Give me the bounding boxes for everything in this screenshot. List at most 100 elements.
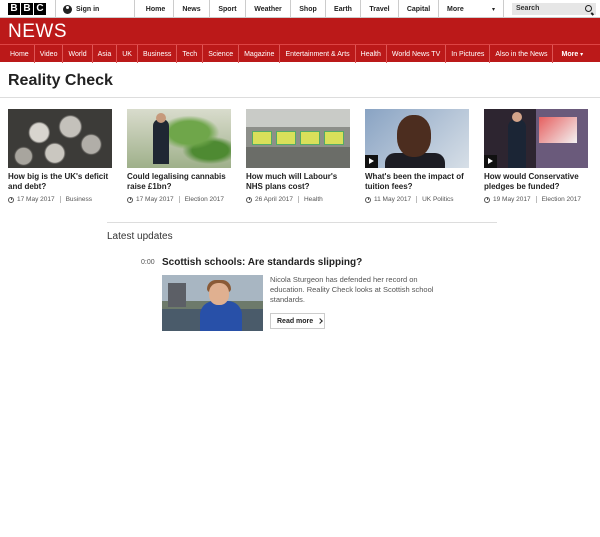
divider (59, 196, 61, 203)
global-nav-item-news[interactable]: News (174, 0, 210, 18)
story-card[interactable]: Could legalising cannabis raise £1bn? 17 … (127, 109, 231, 203)
clock-icon (246, 196, 252, 203)
story-list: How big is the UK's deficit and debt? 17 … (8, 109, 588, 203)
story-title-link[interactable]: How big is the UK's deficit and debt? (8, 172, 112, 192)
story-date: 11 May 2017 (374, 196, 412, 203)
news-nav-item-in-pictures[interactable]: In Pictures (446, 45, 491, 63)
update-timestamp: 0:00 (141, 259, 155, 266)
play-icon (365, 155, 378, 168)
news-wordmark[interactable]: NEWS (8, 21, 67, 43)
clock-icon (127, 196, 133, 203)
read-more-button[interactable]: Read more (270, 313, 325, 329)
story-section-link[interactable]: Election 2017 (542, 196, 581, 203)
story-date: 26 April 2017 (255, 196, 293, 203)
logo-letter: B (8, 3, 20, 15)
chevron-down-icon: ▾ (580, 51, 584, 58)
news-nav-item-also-in-the-news[interactable]: Also in the News (490, 45, 554, 63)
story-date: 17 May 2017 (17, 196, 55, 203)
story-section-link[interactable]: Health (304, 196, 323, 203)
story-date: 17 May 2017 (136, 196, 174, 203)
news-nav-item-health[interactable]: Health (356, 45, 387, 63)
divider (416, 196, 418, 203)
bbc-logo[interactable]: B B C (8, 3, 46, 15)
image-person (200, 301, 242, 331)
story-card[interactable]: How much will Labour's NHS plans cost? 26… (246, 109, 350, 203)
image-ambulance (276, 131, 296, 145)
story-meta: 17 May 2017 Business (8, 196, 112, 203)
divider (178, 196, 180, 203)
sign-in-label: Sign in (76, 5, 100, 13)
story-card[interactable]: What's been the impact of tuition fees? 1… (365, 109, 469, 203)
more-label: More (561, 50, 579, 58)
news-banner: NEWS (0, 18, 600, 44)
story-meta: 17 May 2017 Election 2017 (127, 196, 231, 203)
story-section-link[interactable]: Business (66, 196, 92, 203)
image-ambulance (252, 131, 272, 145)
image-face (397, 115, 431, 157)
news-nav-more-button[interactable]: More ▾ (553, 45, 588, 63)
news-nav-item-home[interactable]: Home (5, 45, 35, 63)
story-thumbnail[interactable] (8, 109, 112, 168)
image-person (153, 113, 169, 164)
search-icon[interactable] (585, 5, 592, 12)
news-nav-item-uk[interactable]: UK (117, 45, 138, 63)
update-image[interactable] (162, 275, 263, 331)
update-title-link[interactable]: Scottish schools: Are standards slipping… (162, 257, 362, 268)
story-thumbnail[interactable] (246, 109, 350, 168)
story-title-link[interactable]: What's been the impact of tuition fees? (365, 172, 469, 192)
user-icon (63, 4, 72, 14)
news-nav-item-asia[interactable]: Asia (93, 45, 118, 63)
latest-updates-heading: Latest updates (107, 231, 173, 242)
logo-letter: C (34, 3, 46, 15)
story-title-link[interactable]: Could legalising cannabis raise £1bn? (127, 172, 231, 192)
chevron-down-icon: ▾ (491, 6, 495, 13)
story-section-link[interactable]: UK Politics (422, 196, 453, 203)
global-nav-item-sport[interactable]: Sport (210, 0, 246, 18)
news-nav-item-world-news-tv[interactable]: World News TV (387, 45, 447, 63)
news-nav-item-science[interactable]: Science (203, 45, 240, 63)
global-nav-item-weather[interactable]: Weather (246, 0, 291, 18)
news-nav-item-business[interactable]: Business (138, 45, 178, 63)
story-date: 19 May 2017 (493, 196, 531, 203)
play-icon (484, 155, 497, 168)
news-nav-item-tech[interactable]: Tech (177, 45, 204, 63)
story-thumbnail[interactable] (484, 109, 588, 168)
clock-icon (484, 196, 490, 203)
story-meta: 26 April 2017 Health (246, 196, 350, 203)
story-card[interactable]: How big is the UK's deficit and debt? 17 … (8, 109, 112, 203)
image-ambulance (324, 131, 344, 145)
news-nav-item-entertainment-arts[interactable]: Entertainment & Arts (280, 45, 356, 63)
global-nav-item-shop[interactable]: Shop (291, 0, 326, 18)
global-nav-item-home[interactable]: Home (138, 0, 174, 18)
clock-icon (365, 196, 371, 203)
story-card[interactable]: How would Conservative pledges be funded… (484, 109, 588, 203)
divider (107, 222, 497, 223)
global-nav-item-earth[interactable]: Earth (326, 0, 361, 18)
logo-letter: B (21, 3, 33, 15)
news-nav-item-video[interactable]: Video (35, 45, 64, 63)
chevron-right-icon (317, 318, 324, 324)
image-screen (539, 117, 577, 143)
story-title-link[interactable]: How much will Labour's NHS plans cost? (246, 172, 350, 192)
story-title-link[interactable]: How would Conservative pledges be funded… (484, 172, 588, 192)
divider (535, 196, 537, 203)
read-more-label: Read more (277, 317, 314, 325)
image-head (209, 283, 229, 305)
global-nav-item-capital[interactable]: Capital (399, 0, 439, 18)
story-section-link[interactable]: Election 2017 (185, 196, 224, 203)
story-thumbnail[interactable] (365, 109, 469, 168)
divider (297, 196, 299, 203)
story-thumbnail[interactable] (127, 109, 231, 168)
image-ambulance (300, 131, 320, 145)
global-nav: Home News Sport Weather Shop Earth Travel Capit… (138, 0, 504, 18)
news-nav: Home Video World Asia UK Business Tech Science M… (0, 44, 600, 63)
search-input[interactable]: Search (512, 3, 596, 15)
global-nav-item-travel[interactable]: Travel (361, 0, 399, 18)
clock-icon (8, 196, 14, 203)
sign-in-link[interactable]: Sign in (55, 0, 135, 18)
global-nav-more-button[interactable]: More ▾ (439, 0, 504, 18)
news-nav-item-world[interactable]: World (63, 45, 93, 63)
update-summary: Nicola Sturgeon has defended her record … (270, 275, 434, 304)
news-nav-item-magazine[interactable]: Magazine (239, 45, 281, 63)
image-presenter (508, 112, 526, 168)
